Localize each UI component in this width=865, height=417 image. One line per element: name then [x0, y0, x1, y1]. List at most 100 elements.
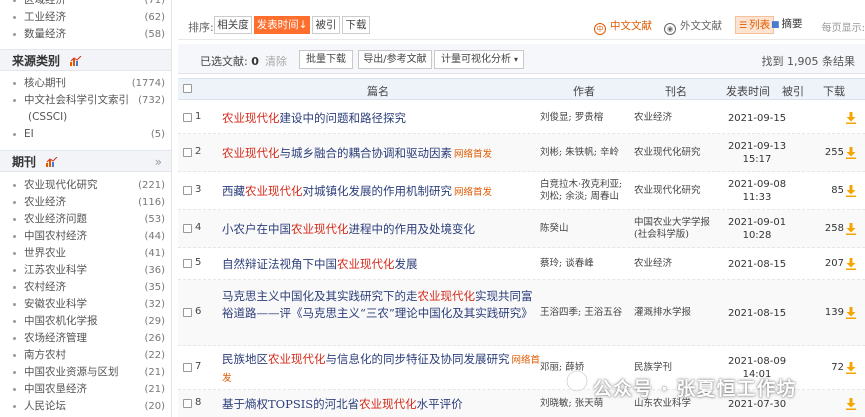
article-title-link[interactable]: 民族地区农业现代化与信息化的同步特征及协同发展研究 网络首发 [222, 351, 540, 387]
sidebar-filter-item[interactable]: 工业经济 (62) [0, 9, 171, 26]
globe-icon: ◉ [664, 23, 676, 35]
publish-date: 2021-09-01 10:28 [725, 216, 789, 242]
sort-cited-button[interactable]: 被引 [312, 16, 340, 34]
chinese-literature-tab[interactable]: 中中文文献 [594, 18, 652, 35]
row-checkbox[interactable] [183, 113, 192, 122]
bullet-dot [13, 354, 16, 357]
title-text: 进程中的作用及处境变化 [348, 221, 476, 236]
sort-download-button[interactable]: 下载 [342, 16, 370, 34]
row-number: 7 [195, 361, 202, 372]
foreign-literature-tab[interactable]: ◉ 外文文献 [664, 18, 722, 35]
visual-analysis-dropdown[interactable]: 计量可视化分析 ▾ [434, 50, 524, 69]
author-names[interactable]: 蔡玲; 谈春峰 [540, 258, 632, 270]
bar-chart-icon[interactable] [70, 51, 82, 73]
sidebar-filter-item[interactable]: 南方农村 (22) [0, 347, 171, 364]
download-icon[interactable] [846, 112, 856, 124]
sidebar-filter-item[interactable]: 农村经济 (35) [0, 279, 171, 296]
header-cited[interactable]: 被引 [782, 83, 804, 99]
article-title-link[interactable]: 小农户在中国农业现代化进程中的作用及处境变化 [222, 221, 540, 238]
expand-more-icon[interactable]: » [155, 151, 162, 173]
row-checkbox[interactable] [183, 148, 192, 157]
row-checkbox[interactable] [183, 399, 192, 408]
journal-name-link[interactable]: 灌溉排水学报 [634, 307, 720, 319]
publish-date-time: 10:28 [742, 230, 772, 241]
batch-download-button[interactable]: 批量下载 [299, 50, 353, 69]
sidebar-filter-item[interactable]: 人民论坛 (20) [0, 398, 171, 415]
sidebar-filter-item[interactable]: 中国农机化学报 (29) [0, 313, 171, 330]
download-icon[interactable] [846, 147, 856, 159]
sidebar-filter-item[interactable]: 江苏农业科学 (36) [0, 262, 171, 279]
header-journal[interactable]: 刊名 [665, 83, 687, 99]
journal-name-link[interactable]: 农业现代化研究 [634, 147, 720, 159]
author-names[interactable]: 刘彬; 朱铁帆; 辛岭 [540, 147, 632, 159]
clear-selection-link[interactable]: 清除 [265, 53, 287, 69]
author-names[interactable]: 王浴四季; 王浴五谷 [540, 307, 632, 319]
results-panel: 排序: 相关度 发表时间↓ 被引 下载 中中文文献 ◉ 外文文献 ☰ 列表 ■ 摘要 … [178, 0, 865, 417]
abstract-view-button[interactable]: ■ 摘要 [768, 16, 806, 34]
article-title-link[interactable]: 农业现代化与城乡融合的耦合协调和驱动因素 网络首发 [222, 145, 540, 163]
sidebar-filter-item[interactable]: 农业现代化研究 (221) [0, 177, 171, 194]
bullet-dot [13, 33, 16, 36]
download-icon[interactable] [846, 223, 856, 235]
keyword-highlight: 农业现代化 [291, 221, 349, 236]
bar-chart-icon[interactable] [46, 152, 58, 174]
title-text: 建设中的问题和路径探究 [279, 110, 407, 125]
sidebar-filter-item[interactable]: EI (5) [0, 126, 171, 143]
row-checkbox[interactable] [183, 186, 192, 195]
article-title-link[interactable]: 西藏农业现代化对城镇化发展的作用机制研究 网络首发 [222, 183, 540, 201]
sidebar-filter-item[interactable]: 中国农业资源与区划 (21) [0, 364, 171, 381]
sidebar-filter-item[interactable]: 数量经济 (58) [0, 26, 171, 43]
download-icon[interactable] [846, 185, 856, 197]
sidebar-filter-item[interactable]: 农业经济问题 (53) [0, 211, 171, 228]
author-names[interactable]: 刘俊显; 罗贵榕 [540, 112, 632, 124]
keyword-highlight: 农业现代化 [417, 288, 476, 303]
sort-relevance-button[interactable]: 相关度 [214, 16, 252, 34]
header-author[interactable]: 作者 [573, 83, 595, 99]
sidebar-filter-item[interactable]: 中文社会科学引文索引 (CSSCI) (732) [0, 92, 171, 126]
download-icon[interactable] [846, 307, 856, 319]
sidebar-filter-item[interactable]: 中国农垦经济 (21) [0, 381, 171, 398]
article-title-link[interactable]: 农业现代化建设中的问题和路径探究 [222, 110, 540, 127]
row-checkbox[interactable] [183, 224, 192, 233]
row-checkbox[interactable] [183, 259, 192, 268]
author-names[interactable]: 白竞拉木·孜克利亚; 刘松; 余淡; 周春山 [540, 179, 632, 203]
row-checkbox[interactable] [183, 308, 192, 317]
sidebar-filter-item[interactable]: 安徽农业科学 (32) [0, 296, 171, 313]
title-text: 与城乡融合的耦合协调和驱动因素 [279, 145, 453, 160]
filter-count: (21) [144, 384, 165, 395]
journal-name-link[interactable]: 中国农业大学学报(社会科学版) [634, 217, 720, 241]
sort-date-button[interactable]: 发表时间↓ [254, 16, 310, 34]
select-all-checkbox[interactable] [183, 84, 192, 93]
sidebar-filter-item[interactable]: 中国农村经济 (44) [0, 228, 171, 245]
title-text: 与信息化的同步特征及协同发展研究 [325, 352, 510, 366]
header-title[interactable]: 篇名 [367, 83, 389, 99]
journal-name-link[interactable]: 农业经济 [634, 258, 720, 270]
row-number: 5 [195, 257, 202, 268]
sidebar-filter-item[interactable]: 区域经济 (71) [0, 0, 171, 9]
sidebar-filter-item[interactable]: 农业经济 (116) [0, 194, 171, 211]
source-filter-list: 核心期刊 (1774) 中文社会科学引文索引 (CSSCI) (732) EI (5) [0, 75, 171, 143]
download-icon[interactable] [846, 258, 856, 270]
bullet-dot [13, 320, 16, 323]
sidebar-filter-item[interactable]: 世界农业 (41) [0, 245, 171, 262]
sidebar-filter-item[interactable]: 农场经济管理 (26) [0, 330, 171, 347]
title-text: 对城镇化发展的作用机制研究 [302, 183, 453, 198]
filter-count: (20) [144, 401, 165, 412]
chinese-lang-icon: 中 [594, 23, 606, 35]
sidebar-filter-item[interactable]: 核心期刊 (1774) [0, 75, 171, 92]
export-references-button[interactable]: 导出/参考文献 [358, 50, 432, 69]
bullet-dot [13, 303, 16, 306]
row-checkbox[interactable] [183, 363, 192, 372]
bullet-dot [13, 16, 16, 19]
article-title-link[interactable]: 自然辩证法视角下中国农业现代化发展 [222, 256, 540, 273]
header-date[interactable]: 发表时间 [726, 83, 770, 99]
author-names[interactable]: 陈癸山 [540, 223, 632, 235]
article-title-link[interactable]: 马克思主义中国化及其实践研究下的走农业现代化实现共同富裕道路——评《马克思主义“… [222, 288, 540, 322]
publish-date-day: 2021-09-15 [727, 112, 787, 124]
journal-name-link[interactable]: 农业现代化研究 [634, 185, 720, 197]
journal-name-link[interactable]: 农业经济 [634, 112, 720, 124]
header-download[interactable]: 下载 [823, 83, 845, 99]
article-title-link[interactable]: 基于熵权TOPSIS的河北省农业现代化水平评价 [222, 396, 540, 413]
journal-header[interactable]: 期刊 » [0, 150, 171, 174]
source-category-header[interactable]: 来源类别 [0, 49, 171, 73]
